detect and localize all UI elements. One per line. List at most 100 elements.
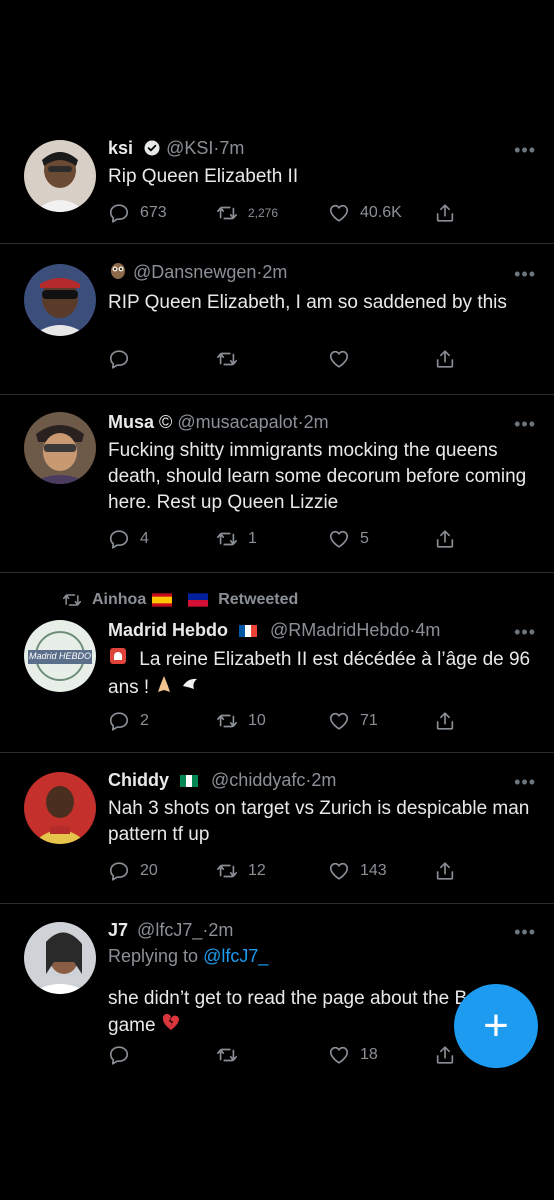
tweet-actions: 2 10 71 xyxy=(108,708,468,734)
handle[interactable]: @lfcJ7_ xyxy=(137,920,202,940)
avatar[interactable] xyxy=(24,412,96,484)
tweet-text: Fucking shitty immigrants mocking the qu… xyxy=(108,440,527,513)
display-name[interactable]: Musa xyxy=(108,412,154,432)
like-button[interactable] xyxy=(328,346,360,372)
like-button[interactable]: 71 xyxy=(328,708,378,734)
more-options-icon[interactable]: ••• xyxy=(514,922,536,943)
like-icon xyxy=(328,528,350,550)
retweet-button[interactable]: 2,276 xyxy=(216,200,278,226)
tweet-header: @Dansnewgen·2m xyxy=(108,260,534,286)
more-options-icon[interactable]: ••• xyxy=(514,622,536,643)
display-name[interactable]: ksi xyxy=(108,138,133,158)
reply-button[interactable] xyxy=(108,346,140,372)
like-count: 5 xyxy=(360,530,369,547)
retweet-icon xyxy=(216,1044,238,1066)
share-button[interactable] xyxy=(434,1042,456,1068)
copyright-symbol: © xyxy=(159,412,173,432)
handle[interactable]: @RMadridHebdo xyxy=(270,620,409,640)
haiti-flag-icon xyxy=(188,593,209,607)
retweet-button[interactable] xyxy=(216,346,248,372)
reply-icon xyxy=(108,528,130,550)
handle[interactable]: @Dansnewgen xyxy=(133,262,256,282)
handle[interactable]: @KSI xyxy=(166,138,213,158)
more-options-icon[interactable]: ••• xyxy=(514,772,536,793)
share-button[interactable] xyxy=(434,200,456,226)
tweet-actions: 4 1 5 xyxy=(108,526,468,552)
like-button[interactable]: 18 xyxy=(328,1042,378,1068)
timestamp[interactable]: 2m xyxy=(311,770,336,790)
display-name[interactable]: Chiddy xyxy=(108,770,169,790)
like-count: 143 xyxy=(360,862,387,879)
tweet-dansnewgen[interactable]: @Dansnewgen·2m RIP Queen Elizabeth, I am… xyxy=(0,250,554,385)
tweet-ksi[interactable]: ksi @KSI·7m Rip Queen Elizabeth II ••• 6… xyxy=(0,130,554,242)
share-icon xyxy=(434,860,456,882)
tweet-actions: 18 xyxy=(108,1042,468,1068)
display-name[interactable]: J7 xyxy=(108,920,128,940)
broken-heart-emoji-icon xyxy=(161,1012,181,1040)
replying-to-handle[interactable]: @lfcJ7_ xyxy=(203,946,268,966)
reply-count: 20 xyxy=(140,862,158,879)
avatar[interactable] xyxy=(24,772,96,844)
share-icon xyxy=(434,710,456,732)
dove-emoji-icon xyxy=(180,674,200,702)
tweet-madrid-hebdo[interactable]: Ainhoa Retweeted Madrid HEBDO Madrid Heb… xyxy=(0,586,554,746)
compose-tweet-button[interactable]: + xyxy=(454,984,538,1068)
like-count: 18 xyxy=(360,1046,378,1063)
divider xyxy=(0,572,554,573)
reply-button[interactable]: 4 xyxy=(108,526,149,552)
retweet-icon xyxy=(216,528,238,550)
divider xyxy=(0,903,554,904)
spain-flag-icon xyxy=(152,593,173,607)
replying-to: Replying to @lfcJ7_ xyxy=(108,944,534,968)
more-options-icon[interactable]: ••• xyxy=(514,264,536,285)
handle[interactable]: @chiddyafc xyxy=(211,770,305,790)
like-icon xyxy=(328,202,350,224)
tweet-chiddy[interactable]: Chiddy @chiddyafc·2m Nah 3 shots on targ… xyxy=(0,760,554,900)
like-button[interactable]: 40.6K xyxy=(328,200,402,226)
compose-icon: + xyxy=(483,1001,509,1050)
timestamp[interactable]: 4m xyxy=(415,620,440,640)
retweet-count: 10 xyxy=(248,712,266,729)
timestamp[interactable]: 2m xyxy=(208,920,233,940)
avatar[interactable] xyxy=(24,922,96,994)
reply-button[interactable]: 2 xyxy=(108,708,149,734)
reply-icon xyxy=(108,860,130,882)
reply-button[interactable]: 20 xyxy=(108,858,158,884)
share-button[interactable] xyxy=(434,526,456,552)
reply-icon xyxy=(108,348,130,370)
handle[interactable]: @musacapalot xyxy=(177,412,297,432)
share-icon xyxy=(434,1044,456,1066)
retweeted-by-name[interactable]: Ainhoa xyxy=(92,591,146,609)
replying-to-label: Replying to xyxy=(108,946,199,966)
retweet-icon xyxy=(216,348,238,370)
like-button[interactable]: 143 xyxy=(328,858,387,884)
timestamp[interactable]: 7m xyxy=(219,138,244,158)
share-button[interactable] xyxy=(434,346,456,372)
avatar[interactable] xyxy=(24,140,96,212)
avatar[interactable] xyxy=(24,264,96,336)
share-button[interactable] xyxy=(434,858,456,884)
tweet-text: Nah 3 shots on target vs Zurich is despi… xyxy=(108,798,530,845)
avatar-logo-text: Madrid HEBDO xyxy=(28,651,91,661)
share-button[interactable] xyxy=(434,708,456,734)
retweet-button[interactable] xyxy=(216,1042,248,1068)
retweet-button[interactable]: 12 xyxy=(216,858,266,884)
reply-count: 4 xyxy=(140,530,149,547)
timestamp[interactable]: 2m xyxy=(262,262,287,282)
avatar[interactable]: Madrid HEBDO xyxy=(24,620,96,692)
reply-button[interactable] xyxy=(108,1042,140,1068)
retweet-button[interactable]: 1 xyxy=(216,526,257,552)
like-count: 71 xyxy=(360,712,378,729)
like-button[interactable]: 5 xyxy=(328,526,369,552)
more-options-icon[interactable]: ••• xyxy=(514,140,536,161)
praying-hands-emoji-icon xyxy=(154,674,174,702)
timestamp[interactable]: 2m xyxy=(304,412,329,432)
verified-badge-icon xyxy=(144,140,160,156)
share-icon xyxy=(434,348,456,370)
retweet-button[interactable]: 10 xyxy=(216,708,266,734)
more-options-icon[interactable]: ••• xyxy=(514,414,536,435)
tweet-musa[interactable]: Musa © @musacapalot·2m Fucking shitty im… xyxy=(0,400,554,568)
reply-button[interactable]: 673 xyxy=(108,200,167,226)
display-name[interactable]: Madrid Hebdo xyxy=(108,620,228,640)
divider xyxy=(0,752,554,753)
